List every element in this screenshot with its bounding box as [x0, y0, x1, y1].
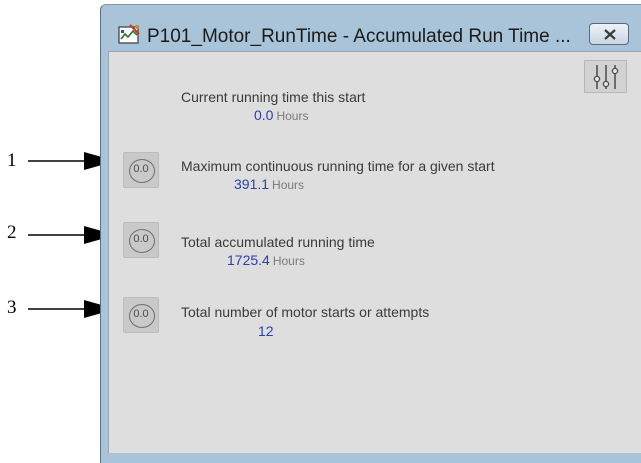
reset-max-continuous-button[interactable]: 0.0: [123, 152, 159, 188]
total-accumulated-value-group: 1725.4 Hours: [227, 252, 305, 268]
reset-motor-starts-button[interactable]: 0.0: [123, 297, 159, 333]
motor-starts-label: Total number of motor starts or attempts: [181, 304, 430, 320]
close-icon: [604, 29, 616, 40]
reset-button-label: 0.0: [133, 163, 149, 175]
max-continuous-running-unit: Hours: [272, 178, 305, 192]
current-running-time-value: 0.0: [254, 107, 274, 123]
callout-number-3: 3: [7, 297, 17, 318]
settings-button[interactable]: [584, 60, 627, 93]
callout-number-2: 2: [7, 222, 17, 243]
reset-total-accumulated-button[interactable]: 0.0: [123, 222, 159, 258]
window-title: P101_Motor_RunTime - Accumulated Run Tim…: [147, 26, 571, 47]
total-accumulated-value: 1725.4: [227, 252, 270, 268]
sliders-settings-icon: [593, 65, 619, 89]
callout-number-1: 1: [7, 150, 17, 171]
close-button[interactable]: [589, 23, 629, 45]
max-continuous-running-label: Maximum continuous running time for a gi…: [181, 158, 495, 174]
current-running-time-value-group: 0.0 Hours: [254, 107, 308, 123]
total-accumulated-label: Total accumulated running time: [181, 234, 375, 250]
motor-starts-value: 12: [258, 323, 274, 339]
max-continuous-running-value: 391.1: [234, 176, 270, 192]
current-running-time-label: Current running time this start: [181, 89, 366, 105]
faceplate-content: Current running time this start 0.0 Hours…: [108, 51, 641, 453]
reset-button-label: 0.0: [133, 308, 149, 320]
faceplate-app-icon: [118, 24, 140, 44]
total-accumulated-unit: Hours: [272, 254, 305, 268]
reset-button-label: 0.0: [133, 233, 149, 245]
faceplate-window: P101_Motor_RunTime - Accumulated Run Tim…: [100, 4, 641, 463]
current-running-time-unit: Hours: [276, 109, 309, 123]
max-continuous-running-value-group: 391.1 Hours: [234, 176, 304, 192]
